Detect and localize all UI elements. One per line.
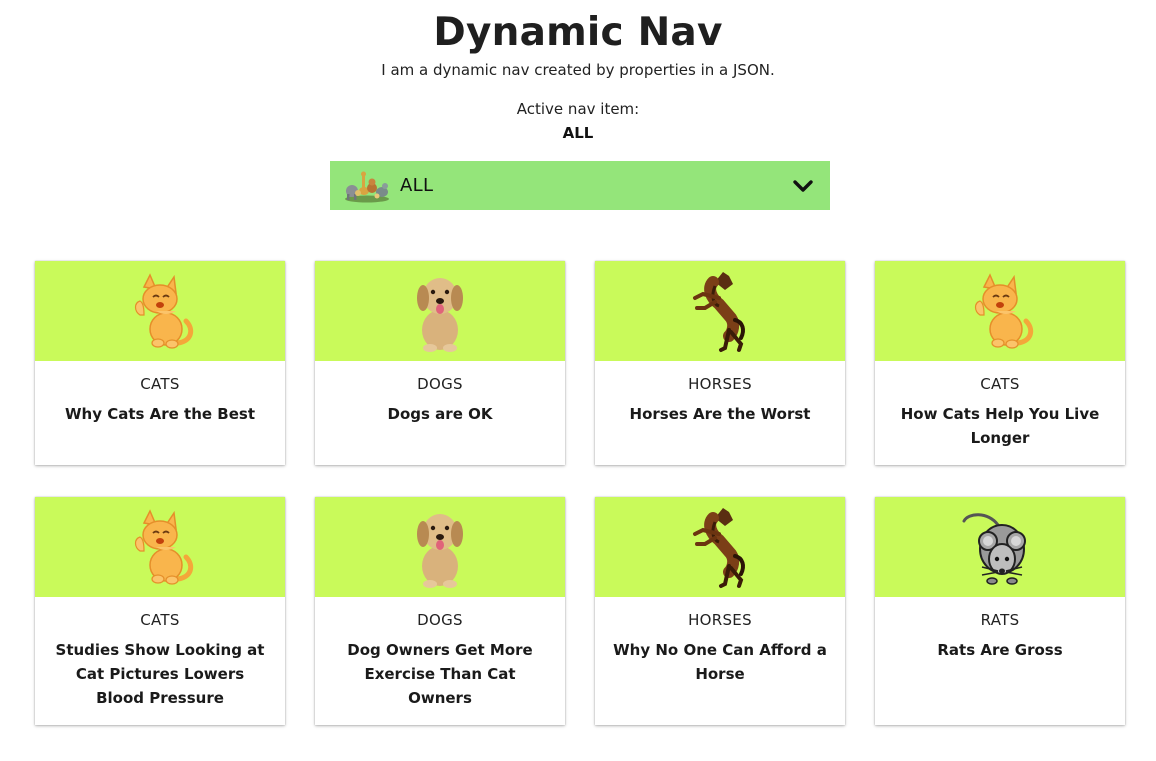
card-category: RATS — [980, 611, 1020, 629]
card-title: Why Cats Are the Best — [64, 405, 256, 423]
article-card[interactable]: RATS Rats Are Gross — [875, 497, 1125, 725]
nav-dropdown[interactable]: ALL — [330, 161, 830, 210]
card-image — [595, 261, 845, 361]
horse-icon — [693, 508, 745, 588]
cat-icon — [134, 509, 194, 585]
cat-icon — [134, 273, 194, 349]
nav-selected-label: ALL — [400, 175, 434, 196]
horse-icon — [693, 272, 745, 352]
active-nav-value: ALL — [562, 124, 594, 142]
card-image — [35, 497, 285, 597]
page-subtitle: I am a dynamic nav created by properties… — [381, 61, 775, 79]
card-category: HORSES — [688, 611, 752, 629]
card-image — [315, 497, 565, 597]
card-title: Why No One Can Afford a Horse — [613, 641, 827, 683]
dog-icon — [417, 514, 463, 588]
card-title: Rats Are Gross — [937, 641, 1063, 659]
card-image — [35, 261, 285, 361]
card-image — [875, 261, 1125, 361]
card-category: CATS — [980, 375, 1020, 393]
active-nav-label: Active nav item: — [516, 100, 640, 118]
card-title: Dog Owners Get More Exercise Than Cat Ow… — [347, 641, 533, 707]
card-image — [315, 261, 565, 361]
card-category: HORSES — [688, 375, 752, 393]
rat-icon — [962, 513, 1026, 585]
cat-icon — [974, 273, 1034, 349]
card-title: Studies Show Looking at Cat Pictures Low… — [55, 641, 265, 707]
card-image — [875, 497, 1125, 597]
card-category: DOGS — [417, 375, 463, 393]
article-card[interactable]: CATS How Cats Help You Live Longer — [875, 261, 1125, 465]
article-card[interactable]: CATS Studies Show Looking at Cat Picture… — [35, 497, 285, 725]
card-image — [595, 497, 845, 597]
article-card[interactable]: DOGS Dogs are OK — [315, 261, 565, 465]
card-category: DOGS — [417, 611, 463, 629]
card-title: Horses Are the Worst — [629, 405, 811, 423]
page-title: Dynamic Nav — [433, 10, 723, 55]
card-category: CATS — [140, 375, 180, 393]
card-category: CATS — [140, 611, 180, 629]
card-title: Dogs are OK — [387, 405, 493, 423]
article-card[interactable]: HORSES Horses Are the Worst — [595, 261, 845, 465]
animals-group-icon — [345, 171, 389, 202]
article-card[interactable]: HORSES Why No One Can Afford a Horse — [595, 497, 845, 725]
dog-icon — [417, 278, 463, 352]
article-card[interactable]: DOGS Dog Owners Get More Exercise Than C… — [315, 497, 565, 725]
article-card[interactable]: CATS Why Cats Are the Best — [35, 261, 285, 465]
card-title: How Cats Help You Live Longer — [900, 405, 1100, 447]
chevron-down-icon — [793, 180, 813, 192]
